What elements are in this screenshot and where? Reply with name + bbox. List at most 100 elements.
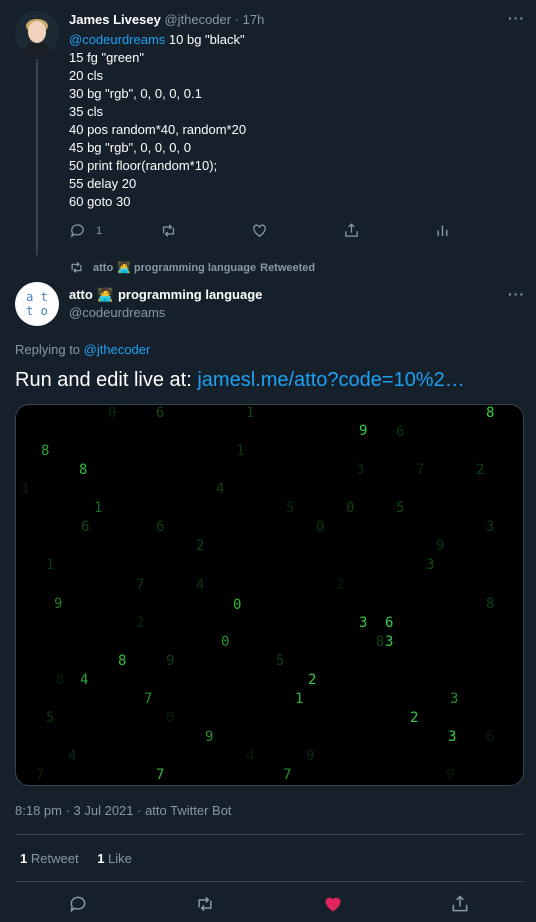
retweet-icon — [71, 262, 82, 273]
retweeted-label: Retweeted — [260, 261, 316, 274]
matrix-digit: 4 — [80, 672, 89, 688]
main-author-handle[interactable]: @codeurdreams — [69, 305, 165, 320]
code-line: 45 bg "rgb", 0, 0, 0, 0 — [69, 140, 191, 155]
retweet-stat[interactable]: 1 Retweet — [20, 851, 79, 866]
matrix-digit: 3 — [450, 691, 459, 707]
avatar-text: a t — [26, 290, 48, 304]
author-handle[interactable]: @jthecoder — [164, 12, 231, 27]
matrix-digit: 1 — [46, 557, 55, 573]
share-button[interactable] — [343, 222, 360, 239]
more-options-icon[interactable]: ··· — [508, 286, 525, 302]
retweeter-name[interactable]: atto — [93, 262, 113, 274]
matrix-digit: 4 — [196, 577, 205, 593]
share-button[interactable] — [450, 894, 470, 914]
retweeter-name-rest[interactable]: programming language — [134, 262, 256, 274]
retweet-icon — [198, 896, 212, 912]
tweet-time[interactable]: · 17h — [235, 12, 265, 27]
matrix-digit: 5 — [276, 653, 285, 669]
avatar-atto[interactable]: a t t o — [15, 282, 59, 326]
main-author-name[interactable]: atto 🧑‍💻 programming language — [69, 286, 262, 304]
matrix-digit: 2 — [410, 710, 419, 726]
code-line: 40 pos random*40, random*20 — [69, 122, 247, 137]
like-button[interactable] — [323, 894, 343, 914]
matrix-digit: 7 — [156, 767, 165, 783]
matrix-digit: 4 — [68, 748, 77, 764]
retweet-count: 1 — [20, 851, 28, 866]
matrix-digit: 0 — [233, 597, 242, 613]
matrix-digit: 5 — [46, 710, 55, 726]
more-options-icon[interactable]: ··· — [508, 10, 525, 26]
matrix-digit: 0 — [221, 634, 230, 650]
matrix-digit: 6 — [156, 405, 165, 421]
share-icon — [452, 895, 468, 912]
matrix-digit: 0 — [346, 500, 355, 516]
matrix-digit: 7 — [416, 462, 425, 478]
engagement-stats: 1 Retweet 1 Like — [20, 851, 132, 866]
analytics-button[interactable] — [434, 222, 451, 239]
like-stat[interactable]: 1 Like — [97, 851, 132, 866]
replying-prefix: Replying to — [15, 342, 84, 357]
liked-heart-icon — [325, 897, 341, 912]
matrix-digit: 3 — [385, 634, 394, 650]
reply-button[interactable] — [68, 894, 88, 914]
like-count: 1 — [97, 851, 105, 866]
divider — [15, 881, 524, 882]
code-line: 55 delay 20 — [69, 176, 137, 191]
matrix-digit: 4 — [246, 748, 255, 764]
matrix-digit: 6 — [486, 729, 495, 745]
like-button[interactable] — [251, 222, 268, 239]
retweet-context: atto 🧑‍💻 programming language Retweeted — [69, 260, 315, 275]
reply-button[interactable]: 1 — [69, 222, 102, 239]
matrix-digit: 5 — [396, 500, 405, 516]
coder-emoji: 🧑‍💻 — [97, 287, 114, 302]
matrix-digit: 8 — [376, 634, 385, 650]
retweet-icon — [162, 224, 175, 237]
mention-link[interactable]: @codeurdreams — [69, 32, 165, 47]
coder-emoji: 🧑‍💻 — [117, 262, 131, 274]
matrix-digit: 1 — [21, 481, 30, 497]
matrix-digit: 8 — [486, 596, 495, 612]
matrix-digit: 8 — [56, 672, 65, 688]
analytics-icon — [437, 225, 448, 237]
author-name-rest: programming language — [117, 287, 263, 302]
matrix-digit: 9 — [446, 767, 455, 783]
matrix-digit: 8 — [118, 653, 127, 669]
matrix-digit: 9 — [166, 653, 175, 669]
code-line: 35 cls — [69, 104, 103, 119]
avatar-james-livesey[interactable] — [15, 11, 59, 55]
matrix-digit: 7 — [144, 691, 153, 707]
reply-icon — [70, 224, 84, 238]
matrix-digit: 3 — [356, 462, 365, 478]
matrix-digit: 3 — [448, 729, 457, 745]
matrix-digit: 0 — [316, 519, 325, 535]
author-name: atto — [69, 287, 93, 302]
thread-line — [36, 59, 38, 255]
matrix-digit: 3 — [426, 557, 435, 573]
matrix-digit: 1 — [295, 691, 304, 707]
like-icon — [253, 224, 266, 237]
matrix-digit: 7 — [283, 767, 292, 783]
tweet-text: Run and edit live at: — [15, 369, 198, 391]
matrix-digit: 1 — [236, 443, 245, 459]
matrix-digit: 6 — [156, 519, 165, 535]
matrix-digit: 0 — [166, 710, 175, 726]
main-tweet-body: Run and edit live at: jamesl.me/atto?cod… — [15, 369, 465, 392]
matrix-digit: 2 — [336, 577, 345, 593]
tweet-link[interactable]: jamesl.me/atto?code=10%2… — [197, 369, 464, 391]
retweet-button[interactable] — [160, 222, 177, 239]
reply-count: 1 — [96, 224, 103, 237]
code-line: 60 goto 30 — [69, 194, 131, 209]
retweet-button[interactable] — [195, 894, 215, 914]
tweet-media-image[interactable]: 8988103630984271329377662514039581724609… — [15, 404, 524, 786]
replying-to: Replying to @jthecoder — [15, 342, 150, 357]
matrix-digit: 6 — [396, 424, 405, 440]
matrix-digit: 0 — [108, 405, 117, 421]
matrix-digit: 8 — [486, 405, 495, 421]
author-name[interactable]: James Livesey — [69, 12, 161, 27]
matrix-digit: 6 — [385, 615, 394, 631]
tweet-timestamp[interactable]: 8:18 pm · 3 Jul 2021 · atto Twitter Bot — [15, 803, 232, 818]
code-line: 10 bg "black" — [165, 32, 245, 47]
replying-to-link[interactable]: @jthecoder — [84, 342, 151, 357]
reply-tweet-header: James Livesey @jthecoder · 17h — [69, 12, 264, 27]
code-line: 50 print floor(random*10); — [69, 158, 218, 173]
